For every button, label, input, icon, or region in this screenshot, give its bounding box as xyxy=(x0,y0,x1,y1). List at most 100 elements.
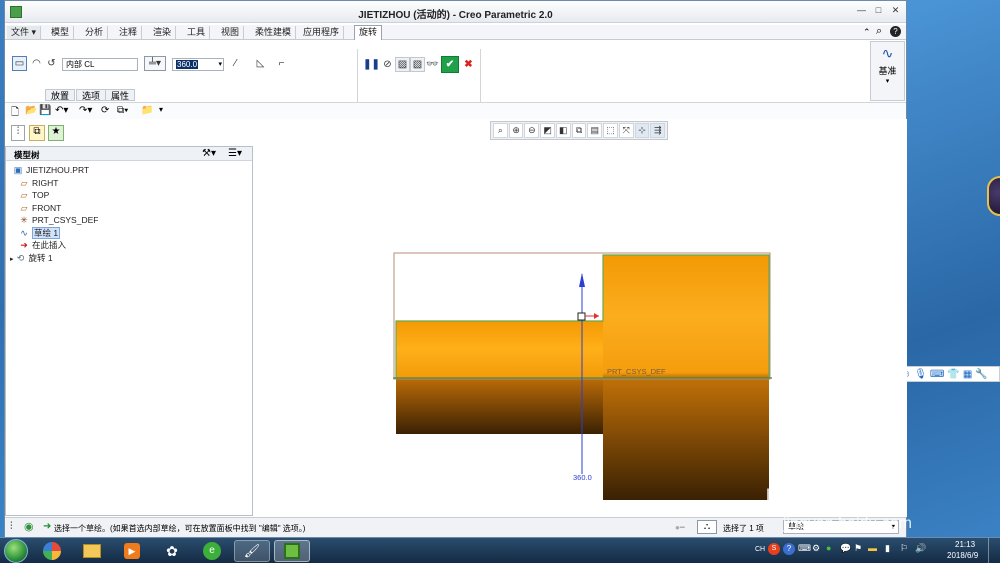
flag-tray-icon[interactable]: ⚐ xyxy=(900,543,908,554)
chat-tray-icon[interactable]: 💬 xyxy=(840,543,851,554)
save-icon[interactable]: 💾 xyxy=(39,105,51,116)
repaint-icon[interactable]: ◩ xyxy=(540,123,555,138)
surface-icon[interactable]: ◠ xyxy=(29,56,44,71)
undo-icon[interactable]: ↶▾ xyxy=(55,105,68,116)
pause-icon[interactable]: ❚❚ xyxy=(363,57,380,72)
saved-views-icon[interactable]: ⧉ xyxy=(571,123,587,138)
tab-flexible-modeling[interactable]: 柔性建模 xyxy=(251,26,297,39)
tree-item-insert-here[interactable]: ➜ 在此插入 xyxy=(19,239,66,251)
keyboard-icon[interactable]: ⌨ xyxy=(930,369,944,380)
angle-value-input[interactable]: 360.0 ▾ xyxy=(172,58,224,71)
redo-icon[interactable]: ↷▾ xyxy=(79,105,92,116)
folder-tray-icon[interactable]: ▬ xyxy=(868,543,877,553)
model-tree-tab-icon[interactable]: ⫶ xyxy=(11,125,25,141)
tree-toggle-icon[interactable]: ⫶ xyxy=(10,521,13,532)
detached-preview-icon[interactable]: ▧ xyxy=(410,57,425,72)
browser-toggle-icon[interactable]: ◉ xyxy=(24,520,34,533)
help-icon[interactable]: ? xyxy=(890,26,901,37)
close-window-icon[interactable]: 📁 xyxy=(141,105,153,116)
datum-display-icon[interactable]: ⤧ xyxy=(618,123,634,138)
accept-check-icon[interactable]: ✔ xyxy=(441,56,459,73)
remove-material-icon[interactable]: ◺ xyxy=(253,56,268,71)
tab-placement[interactable]: 放置 xyxy=(45,89,76,101)
filter-dropdown[interactable]: 草绘 ▾ xyxy=(783,520,899,534)
start-button[interactable] xyxy=(4,539,28,563)
taskbar-app-browser-icon[interactable] xyxy=(34,540,70,562)
grid-icon[interactable]: ▦ xyxy=(963,369,972,380)
network-tray-icon[interactable]: ▮ xyxy=(885,543,890,554)
csys-display-icon[interactable]: ⊹ xyxy=(634,123,650,138)
folder-browser-icon[interactable]: ⧉ xyxy=(29,125,45,141)
tab-options[interactable]: 选项 xyxy=(76,89,107,101)
angle-type-dropdown[interactable]: ╧▾ xyxy=(144,56,166,71)
zoom-out-icon[interactable]: ⊖ xyxy=(524,123,540,138)
tree-show-icon[interactable]: ☰▾ xyxy=(228,148,242,159)
display-style-icon[interactable]: ◧ xyxy=(555,123,571,138)
tab-properties[interactable]: 属性 xyxy=(105,89,136,101)
sogou-tray-icon[interactable]: S xyxy=(768,543,780,555)
tab-revolve[interactable]: 旋转 xyxy=(354,25,383,40)
taskbar-cloud-icon[interactable]: ✿ xyxy=(154,540,190,562)
selection-filter-icon[interactable]: ⛬ xyxy=(697,520,717,534)
tree-item-front[interactable]: ▱ FRONT xyxy=(19,202,62,214)
zoom-in-icon[interactable]: ⊕ xyxy=(508,123,524,138)
search-icon[interactable]: ⌕ xyxy=(876,25,882,38)
show-desktop-button[interactable] xyxy=(988,538,1000,563)
customize-qat-icon[interactable]: ▾ xyxy=(159,105,163,114)
notification-tray-icon[interactable]: ⚑ xyxy=(854,543,862,554)
flip-angle-icon[interactable]: ⁄ xyxy=(228,56,243,71)
axis-collector-field[interactable]: 内部 CL xyxy=(62,58,138,71)
expand-arrow-icon[interactable]: ▸ xyxy=(10,256,14,263)
attached-preview-icon[interactable]: ▨ xyxy=(395,57,410,72)
security-tray-icon[interactable]: ● xyxy=(826,543,831,553)
tab-render[interactable]: 渲染 xyxy=(149,26,177,39)
no-preview-icon[interactable]: ⊘ xyxy=(380,57,395,72)
wrench-icon[interactable]: 🔧 xyxy=(975,369,987,380)
tree-item-csys[interactable]: ✳ PRT_CSYS_DEF xyxy=(19,214,98,226)
taskbar-media-player-icon[interactable]: ▶ xyxy=(114,540,150,562)
taskbar-360-icon[interactable]: e xyxy=(194,540,230,562)
regenerate-icon[interactable]: ⟳ xyxy=(101,105,109,116)
maximize-button[interactable]: □ xyxy=(873,5,884,16)
ribbon-collapse-icon[interactable]: ⌃ xyxy=(863,27,871,38)
annotation-display-icon[interactable]: ⇶ xyxy=(650,123,666,138)
angle-dimension[interactable]: 360.0 xyxy=(573,473,592,482)
refit-icon[interactable]: ⌕ xyxy=(493,123,508,138)
tree-item-top[interactable]: ▱ TOP xyxy=(19,189,50,201)
verify-mode-icon[interactable]: 👓 xyxy=(425,57,440,72)
taskbar-creo-icon[interactable] xyxy=(274,540,310,562)
close-button[interactable]: ✕ xyxy=(890,5,901,16)
skin-icon[interactable]: 👕 xyxy=(947,369,959,380)
tree-settings-icon[interactable]: ⚒▾ xyxy=(202,148,216,159)
tab-file[interactable]: 文件 ▾ xyxy=(7,26,42,39)
minimize-button[interactable]: — xyxy=(856,5,867,16)
tree-item-sketch[interactable]: ∿ 草绘 1 xyxy=(19,227,61,239)
taskbar-paint-icon[interactable]: 🖌 xyxy=(234,540,270,562)
new-file-icon[interactable]: 🗋 xyxy=(11,105,19,122)
windows-icon[interactable]: ⧉▾ xyxy=(117,105,128,116)
solid-icon[interactable]: ▭ xyxy=(12,56,27,71)
tab-model[interactable]: 模型 xyxy=(47,26,75,39)
tab-tools[interactable]: 工具 xyxy=(183,26,211,39)
desktop-gadget-orb[interactable] xyxy=(987,176,1000,216)
favorites-icon[interactable]: ★ xyxy=(48,125,64,141)
chevron-down-icon[interactable]: ▾ xyxy=(218,59,222,70)
tree-item-right[interactable]: ▱ RIGHT xyxy=(19,177,59,189)
model-view[interactable]: PRT_CSYS_DEF 360.0 xyxy=(385,249,775,504)
thicken-icon[interactable]: ⌐ xyxy=(274,56,289,71)
drag-handle[interactable] xyxy=(577,312,586,321)
tree-item-revolve[interactable]: ▸ ⟲ 旋转 1 xyxy=(10,252,53,264)
tab-view[interactable]: 视图 xyxy=(217,26,245,39)
help-tray-icon[interactable]: ? xyxy=(783,543,795,555)
datum-panel-button[interactable]: ∿ 基准 ▾ xyxy=(870,41,905,101)
tab-annotate[interactable]: 注释 xyxy=(115,26,143,39)
mic-icon[interactable]: 🎙 xyxy=(914,369,927,380)
perspective-icon[interactable]: ⬚ xyxy=(603,123,618,138)
volume-tray-icon[interactable]: 🔊 xyxy=(915,543,926,554)
flip-direction-icon[interactable]: ↺ xyxy=(44,56,59,71)
clock-date[interactable]: 2018/6/9 xyxy=(947,551,978,560)
settings-tray-icon[interactable]: ⚙ xyxy=(812,543,820,554)
view-manager-icon[interactable]: ▤ xyxy=(587,123,603,138)
open-file-icon[interactable]: 📂 xyxy=(25,105,37,116)
tab-analysis[interactable]: 分析 xyxy=(81,26,109,39)
